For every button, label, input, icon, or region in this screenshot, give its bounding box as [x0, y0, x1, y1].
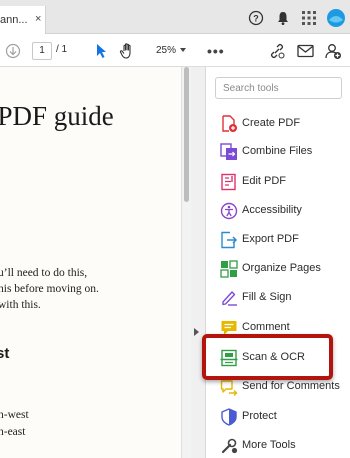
tool-label: Fill & Sign	[242, 291, 292, 303]
zoom-dropdown[interactable]: 25%	[148, 42, 190, 60]
tool-organize-pages[interactable]: Organize Pages	[206, 256, 350, 282]
tool-more-tools[interactable]: More Tools	[206, 433, 350, 458]
tool-label: Protect	[242, 410, 277, 422]
export-pdf-icon	[221, 231, 238, 249]
download-icon[interactable]	[5, 43, 21, 59]
tool-label: Export PDF	[242, 233, 299, 245]
tool-accessibility[interactable]: Accessibility	[206, 198, 350, 224]
search-tools[interactable]	[215, 77, 342, 99]
tool-edit-pdf[interactable]: Edit PDF	[206, 169, 350, 195]
svg-text:?: ?	[253, 14, 259, 24]
document-heading: s for PDF guide	[0, 101, 114, 131]
more-options-icon[interactable]: •••	[207, 43, 225, 59]
tab-close-icon[interactable]: ×	[35, 13, 41, 25]
protect-icon	[221, 408, 237, 426]
tool-label: Send for Comments	[242, 380, 340, 392]
accessibility-icon	[220, 202, 238, 220]
document-list-line: h-east	[0, 426, 26, 438]
tool-label: Combine Files	[242, 145, 313, 157]
document-text-line: u’ll need to do this,	[0, 267, 88, 279]
document-viewer[interactable]: s for PDF guide u’ll need to do this, hi…	[0, 67, 205, 458]
document-list-line: h-west	[0, 409, 29, 421]
document-toolbar: 1 / 1 25% •••	[0, 34, 350, 67]
page-number-input[interactable]: 1	[32, 42, 52, 60]
help-icon[interactable]: ?	[248, 10, 264, 26]
search-tools-input[interactable]	[216, 78, 341, 98]
tool-label: More Tools	[242, 439, 296, 451]
tool-label: Organize Pages	[242, 262, 321, 274]
avatar[interactable]	[326, 8, 346, 28]
edit-pdf-icon	[221, 173, 236, 191]
create-pdf-icon	[222, 115, 237, 132]
pdf-page: s for PDF guide u’ll need to do this, hi…	[0, 67, 182, 458]
share-link-icon[interactable]	[269, 43, 285, 59]
tool-label: Edit PDF	[242, 175, 287, 187]
hand-pan-icon[interactable]	[119, 42, 137, 60]
organize-pages-icon	[220, 260, 238, 278]
fill-sign-icon	[222, 291, 237, 306]
combine-files-icon	[220, 143, 237, 160]
scrollbar-thumb[interactable]	[184, 67, 189, 202]
document-text-line: with this.	[0, 299, 41, 311]
tab-bar: ann... × ?	[0, 0, 350, 34]
scan-ocr-highlight	[202, 334, 333, 380]
chevron-down-icon	[180, 48, 186, 52]
bell-icon[interactable]	[275, 10, 291, 26]
document-text-line: his before moving on.	[0, 283, 99, 295]
document-tab[interactable]: ann... ×	[0, 6, 46, 34]
send-comments-icon	[220, 380, 238, 396]
select-arrow-icon[interactable]	[94, 43, 108, 59]
apps-grid-icon[interactable]	[301, 10, 317, 26]
tool-label: Accessibility	[242, 204, 302, 216]
tool-fill-sign[interactable]: Fill & Sign	[206, 285, 350, 311]
zoom-value: 25%	[156, 45, 177, 56]
more-tools-icon	[221, 438, 238, 454]
tool-label: Comment	[242, 321, 290, 333]
add-user-icon[interactable]	[324, 42, 342, 60]
pane-expand-icon[interactable]	[194, 328, 199, 336]
tool-create-pdf[interactable]: Create PDF	[206, 111, 350, 137]
tool-label: Create PDF	[242, 117, 301, 129]
document-subheading: st	[0, 345, 10, 362]
tools-pane: Create PDF Combine Files Edit PDF Access…	[205, 67, 350, 458]
tool-combine-files[interactable]: Combine Files	[206, 139, 350, 165]
page-count: / 1	[56, 44, 68, 55]
tab-title: ann...	[0, 14, 28, 26]
mail-icon[interactable]	[297, 44, 314, 58]
tool-export-pdf[interactable]: Export PDF	[206, 227, 350, 253]
tool-protect[interactable]: Protect	[206, 404, 350, 430]
